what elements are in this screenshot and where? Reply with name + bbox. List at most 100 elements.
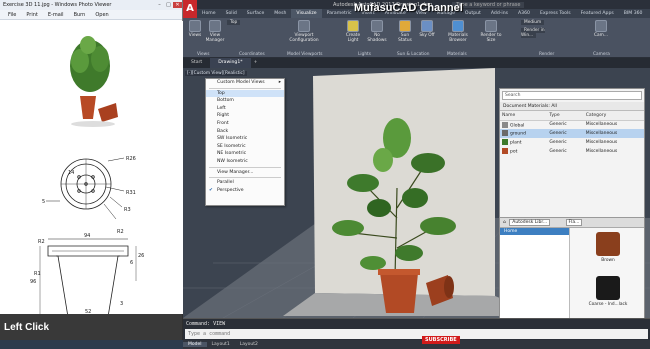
tab-mesh[interactable]: Mesh: [269, 9, 291, 18]
dim-r31: R31: [126, 190, 136, 196]
material-type: Generic: [549, 140, 567, 145]
material-thumbnail-brown[interactable]: [596, 232, 620, 256]
command-history: Command: VIEW: [186, 321, 226, 327]
view-manager-icon: [209, 20, 221, 32]
menu-item-right[interactable]: Right: [206, 112, 284, 120]
viewport-controls[interactable]: [-][Custom View][Realistic]: [185, 71, 247, 76]
tab-layout2[interactable]: Layout2: [235, 342, 263, 347]
view-context-menu: Custom Model Views ▸ Top Bottom Left Righ…: [205, 78, 285, 206]
menu-open[interactable]: Open: [91, 12, 112, 18]
col-type[interactable]: Type: [547, 111, 584, 121]
material-library-panel: ⌂ Autodesk Libr... Fla... Home Brown Coa…: [500, 217, 644, 327]
menu-item-ne-isometric[interactable]: NE Isometric: [206, 150, 284, 158]
menu-print[interactable]: Print: [22, 12, 42, 18]
search-input[interactable]: Type a keyword or phrase: [452, 1, 525, 8]
sky-off-button[interactable]: Sky Off: [417, 20, 437, 38]
menu-custom-model-views[interactable]: Custom Model Views ▸: [206, 79, 284, 87]
tab-solid[interactable]: Solid: [221, 9, 242, 18]
library-category-dropdown[interactable]: Fla...: [565, 219, 583, 226]
camera-button[interactable]: Cam...: [591, 20, 611, 38]
ribbon-panel: Views View Manager Top Viewport Configur…: [183, 18, 650, 58]
menu-item-left[interactable]: Left: [206, 105, 284, 113]
menu-burn[interactable]: Burn: [70, 12, 90, 18]
maximize-icon[interactable]: □: [164, 2, 173, 8]
autocad-window: Autodesk AutoCAD 2017 Drawing1.dwg Type …: [183, 0, 650, 349]
close-icon[interactable]: ✕: [173, 2, 182, 8]
menu-item-front[interactable]: Front: [206, 120, 284, 128]
tab-parametric[interactable]: Parametric: [322, 9, 357, 18]
tab-surface[interactable]: Surface: [242, 9, 270, 18]
table-header: Name Type Category: [500, 111, 644, 121]
tab-a360[interactable]: A360: [513, 9, 535, 18]
tab-addins[interactable]: Add-ins: [486, 9, 513, 18]
render-to-size-button[interactable]: Render to Size: [479, 20, 503, 43]
subscribe-button[interactable]: SUBSCRIBE: [422, 336, 460, 344]
materials-browser-button[interactable]: Materials Browser: [445, 20, 471, 43]
menu-item-perspective[interactable]: ✔ Perspective: [206, 187, 284, 195]
tab-express-tools[interactable]: Express Tools: [535, 9, 576, 18]
thumbnail-label: Coarse - Ind...lack: [588, 302, 628, 307]
table-row[interactable]: pot Generic Miscellaneous: [500, 147, 644, 156]
new-tab-icon[interactable]: +: [251, 58, 261, 68]
tab-model[interactable]: Model: [183, 342, 207, 347]
library-home-icon[interactable]: ⌂: [503, 220, 506, 225]
library-dropdown[interactable]: Autodesk Libr...: [509, 219, 551, 226]
menu-item-bottom[interactable]: Bottom: [206, 97, 284, 105]
tab-drawing1[interactable]: Drawing1*: [210, 58, 251, 68]
tab-featured-apps[interactable]: Featured Apps: [576, 9, 619, 18]
command-input[interactable]: Type a command: [185, 329, 648, 339]
minimize-icon[interactable]: –: [155, 2, 164, 8]
menu-item-top[interactable]: Top: [206, 89, 284, 98]
menu-item-view-manager[interactable]: View Manager...: [206, 169, 284, 177]
photo-canvas: R26 14 R31 R3 R2 5 94 R2 R1 96 26 6 3 52: [0, 21, 183, 318]
menu-item-se-isometric[interactable]: SE Isometric: [206, 143, 284, 151]
command-placeholder: Type a command: [188, 331, 231, 337]
render-to-size-label: Render to Size: [480, 33, 502, 43]
view-manager-button[interactable]: View Manager: [205, 20, 225, 43]
tree-item-home[interactable]: Home: [500, 228, 569, 235]
views-button[interactable]: Views: [185, 20, 205, 38]
tab-start[interactable]: Start: [183, 58, 210, 68]
material-name: plant: [510, 140, 522, 146]
create-light-button[interactable]: Create Light: [343, 20, 363, 43]
menu-item-nw-isometric[interactable]: NW Isometric: [206, 158, 284, 166]
tab-home[interactable]: Home: [197, 9, 221, 18]
sky-off-label: Sky Off: [419, 33, 435, 38]
material-swatch: [502, 139, 508, 146]
tab-bim360[interactable]: BIM 360: [619, 9, 648, 18]
viewport-configuration-button[interactable]: Viewport Configuration: [287, 20, 321, 43]
material-thumbnail-coarse[interactable]: [596, 276, 620, 300]
document-materials-label: Document Materials: All: [503, 104, 557, 109]
ucs-top-dropdown[interactable]: Top: [227, 20, 263, 25]
panel-materials: Materials: [447, 52, 467, 57]
file-tab-bar: Start Drawing1* +: [183, 58, 650, 68]
render-preset-value: Medium: [521, 20, 545, 25]
viewer-menubar: File Print E-mail Burn Open: [0, 10, 182, 20]
menu-file[interactable]: File: [4, 12, 20, 18]
col-category[interactable]: Category: [583, 111, 644, 121]
no-shadows-button[interactable]: No Shadows: [367, 20, 387, 43]
views-label: Views: [188, 33, 202, 38]
autocad-logo[interactable]: A: [183, 0, 197, 18]
dim-r3: R3: [124, 207, 131, 213]
table-row[interactable]: ground Generic Miscellaneous: [500, 129, 644, 138]
tab-output[interactable]: Output: [460, 9, 486, 18]
table-row[interactable]: plant Generic Miscellaneous: [500, 138, 644, 147]
panel-sun-location: Sun & Location: [397, 52, 430, 57]
table-row[interactable]: Global Generic Miscellaneous: [500, 120, 644, 129]
menu-email[interactable]: E-mail: [44, 12, 68, 18]
viewer-titlebar: Exercise 3D 11.jpg - Windows Photo Viewe…: [0, 0, 182, 10]
render-preset-dropdown[interactable]: Medium Render in Win...: [521, 20, 561, 38]
menu-item-back[interactable]: Back: [206, 128, 284, 136]
menu-item-parallel[interactable]: Parallel: [206, 179, 284, 187]
sun-status-button[interactable]: Sun Status: [395, 20, 415, 43]
col-name[interactable]: Name: [500, 111, 548, 121]
tab-layout1[interactable]: Layout1: [207, 342, 235, 347]
menu-item-sw-isometric[interactable]: SW Isometric: [206, 135, 284, 143]
tree-home-label: Home: [504, 229, 518, 234]
shadow-icon: [371, 20, 383, 32]
sky-icon: [421, 20, 433, 32]
tab-visualize[interactable]: Visualize: [291, 9, 322, 18]
materials-search-input[interactable]: Search: [502, 91, 642, 100]
left-click-label: Left Click: [4, 322, 50, 333]
